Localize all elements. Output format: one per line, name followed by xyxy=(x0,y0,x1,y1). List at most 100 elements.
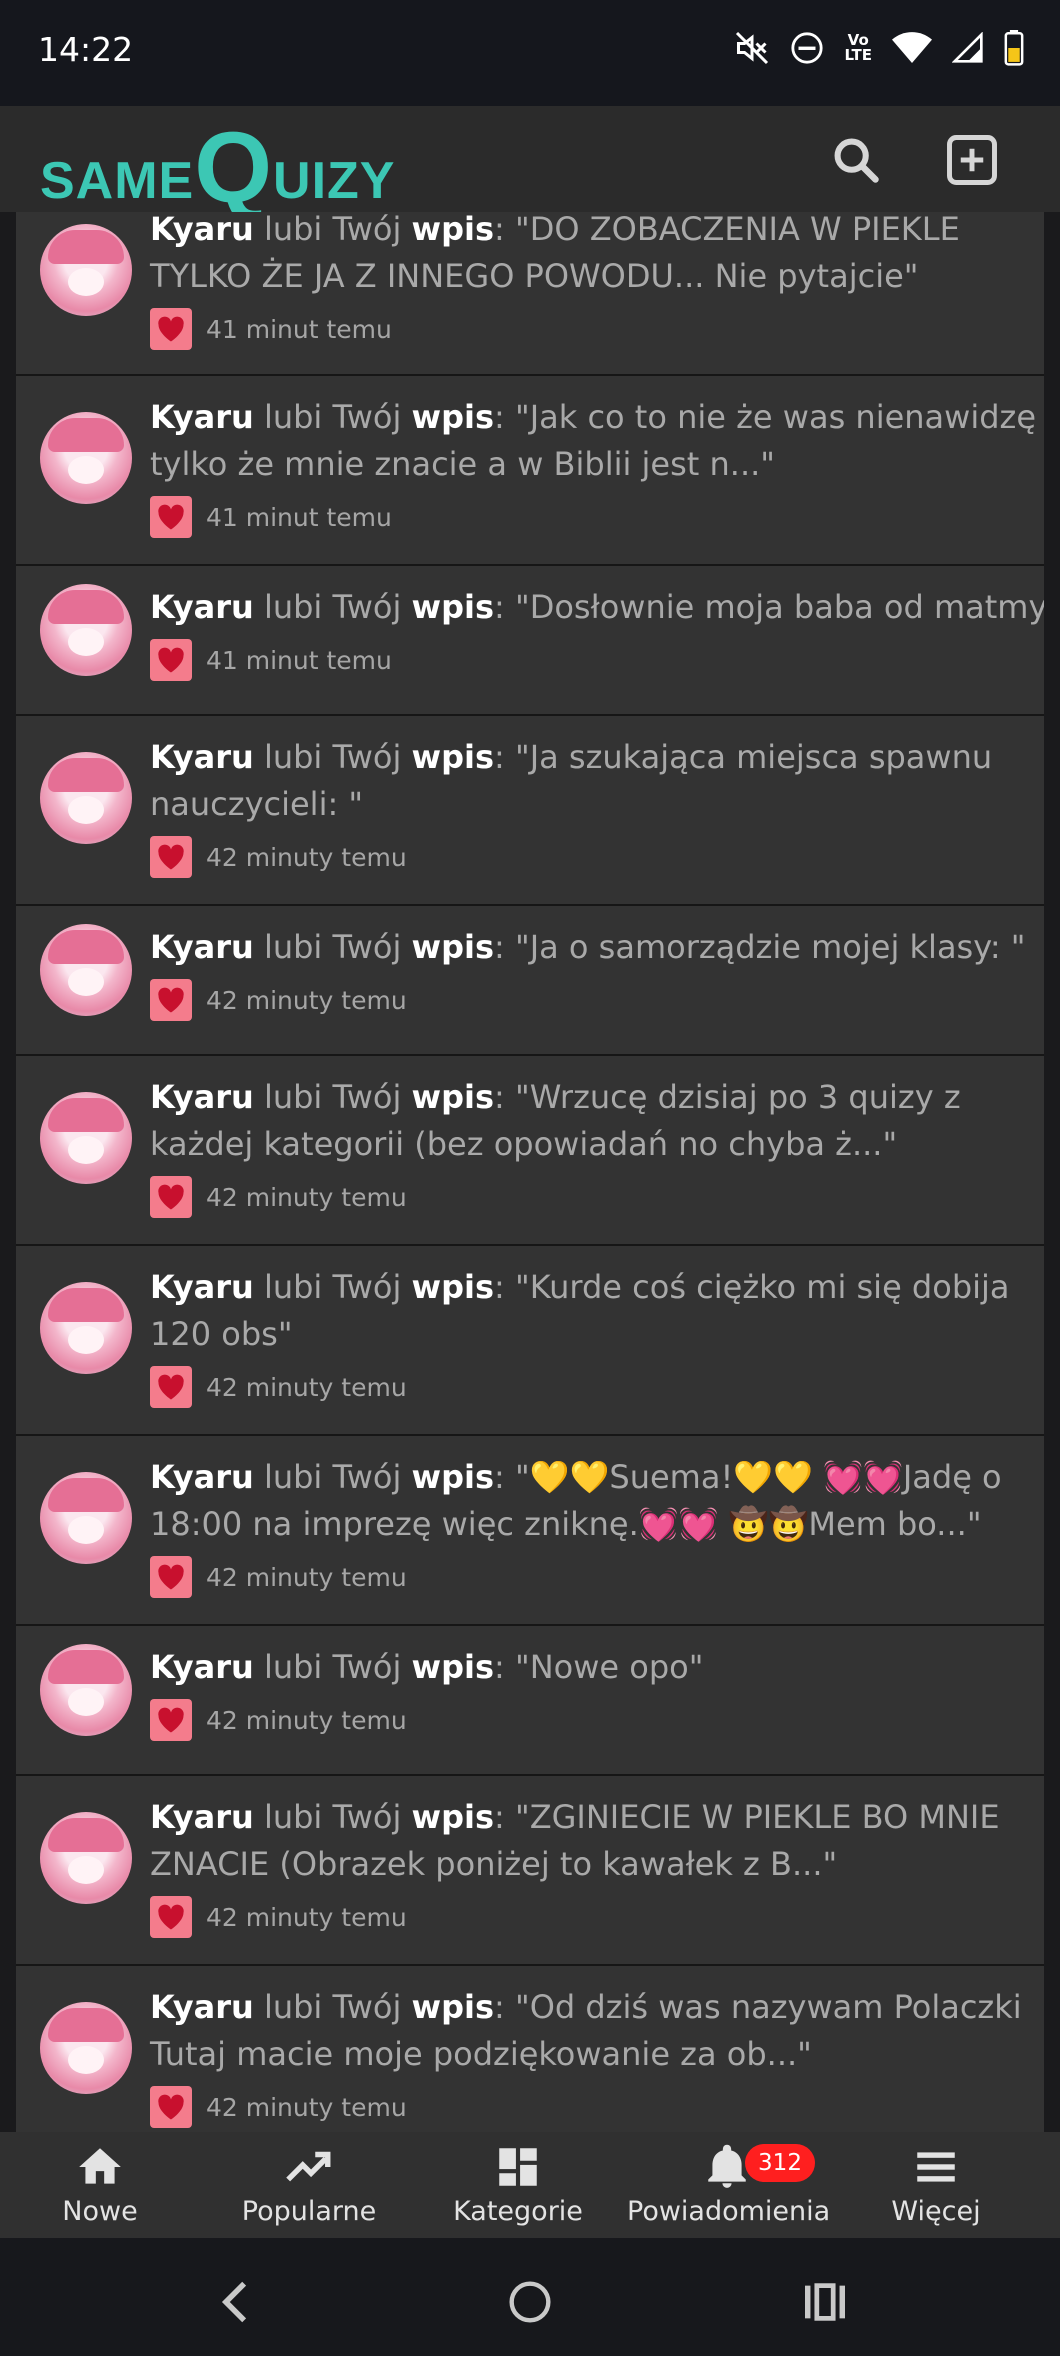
action-text: lubi Twój xyxy=(263,1458,402,1496)
trending-icon xyxy=(286,2151,331,2182)
object-link[interactable]: wpis xyxy=(412,1268,494,1306)
object-link[interactable]: wpis xyxy=(412,588,494,626)
status-bar: 14:22 Vo LTE xyxy=(0,0,1060,106)
action-text: lubi Twój xyxy=(263,1988,402,2026)
mute-icon xyxy=(734,30,770,66)
username[interactable]: Kyaru xyxy=(150,1268,254,1306)
notification-text: Kyaru lubi Twój wpis: "Ja o samorządzie … xyxy=(150,924,1044,971)
username[interactable]: Kyaru xyxy=(150,1988,254,2026)
time-ago: 42 minuty temu xyxy=(206,842,407,872)
notification-item[interactable]: Kyaru lubi Twój wpis: "Jak co to nie że … xyxy=(16,378,1044,566)
recents-button[interactable] xyxy=(795,2272,855,2332)
do-not-disturb-icon xyxy=(790,31,824,65)
avatar[interactable] xyxy=(40,1282,132,1374)
notification-item[interactable]: Kyaru lubi Twój wpis: "DO ZOBACZENIA W P… xyxy=(16,212,1044,376)
signal-icon xyxy=(952,32,984,64)
notification-item[interactable]: Kyaru lubi Twój wpis: "Ja o samorządzie … xyxy=(16,908,1044,1056)
heart-icon xyxy=(150,1699,192,1741)
object-link[interactable]: wpis xyxy=(412,1458,494,1496)
object-link[interactable]: wpis xyxy=(412,928,494,966)
add-quiz-button[interactable] xyxy=(940,128,1004,192)
username[interactable]: Kyaru xyxy=(150,738,254,776)
time-ago: 42 minuty temu xyxy=(206,1182,407,1212)
avatar[interactable] xyxy=(40,1092,132,1184)
object-link[interactable]: wpis xyxy=(412,738,494,776)
action-text: lubi Twój xyxy=(263,928,402,966)
object-link[interactable]: wpis xyxy=(412,398,494,436)
action-text: lubi Twój xyxy=(263,1798,402,1836)
username[interactable]: Kyaru xyxy=(150,398,254,436)
avatar[interactable] xyxy=(40,1812,132,1904)
nav-popularne[interactable]: Popularne xyxy=(209,2142,409,2232)
notification-text: Kyaru lubi Twój wpis: "💛💛Suema!💛💛 💓💓Jadę… xyxy=(150,1454,1044,1548)
heart-icon xyxy=(150,1896,192,1938)
back-icon xyxy=(221,2281,247,2323)
notification-meta: 42 minuty temu xyxy=(150,1176,407,1218)
bottom-navigation: Nowe Popularne Kategorie 312 Powiadomien… xyxy=(0,2132,1060,2238)
object-link[interactable]: wpis xyxy=(412,1648,494,1686)
time-ago: 41 minut temu xyxy=(206,314,392,344)
object-link[interactable]: wpis xyxy=(412,1798,494,1836)
heart-icon xyxy=(150,836,192,878)
avatar[interactable] xyxy=(40,224,132,316)
heart-icon xyxy=(150,308,192,350)
action-text: lubi Twój xyxy=(263,398,402,436)
username[interactable]: Kyaru xyxy=(150,1078,254,1116)
search-button[interactable] xyxy=(824,128,888,192)
post-quote: : "Nowe opo" xyxy=(494,1648,704,1686)
avatar[interactable] xyxy=(40,1472,132,1564)
notification-meta: 42 minuty temu xyxy=(150,1896,407,1938)
heart-icon xyxy=(150,639,192,681)
username[interactable]: Kyaru xyxy=(150,928,254,966)
notification-item[interactable]: Kyaru lubi Twój wpis: "Wrzucę dzisiaj po… xyxy=(16,1058,1044,1246)
samequizy-logo[interactable]: SAME Q UIZY xyxy=(40,114,396,218)
avatar[interactable] xyxy=(40,1644,132,1736)
notification-item[interactable]: Kyaru lubi Twój wpis: "Od dziś was nazyw… xyxy=(16,1968,1044,2132)
notification-item[interactable]: Kyaru lubi Twój wpis: "💛💛Suema!💛💛 💓💓Jadę… xyxy=(16,1438,1044,1626)
notification-meta: 42 minuty temu xyxy=(150,1556,407,1598)
nav-kategorie[interactable]: Kategorie xyxy=(418,2142,618,2232)
avatar[interactable] xyxy=(40,2002,132,2094)
nav-powiadomienia[interactable]: 312 Powiadomienia xyxy=(627,2142,830,2232)
avatar[interactable] xyxy=(40,584,132,676)
volte-icon: Vo LTE xyxy=(844,31,872,64)
notification-item[interactable]: Kyaru lubi Twój wpis: "Dosłownie moja ba… xyxy=(16,568,1044,716)
time-ago: 41 minut temu xyxy=(206,645,392,675)
nav-wiecej[interactable]: Więcej xyxy=(836,2142,1036,2232)
heart-icon xyxy=(150,1366,192,1408)
action-text: lubi Twój xyxy=(263,1078,402,1116)
notification-meta: 41 minut temu xyxy=(150,496,392,538)
system-navigation-bar xyxy=(0,2238,1060,2356)
back-button[interactable] xyxy=(205,2272,265,2332)
nav-nowe[interactable]: Nowe xyxy=(0,2142,200,2232)
username[interactable]: Kyaru xyxy=(150,212,254,248)
action-text: lubi Twój xyxy=(263,1648,402,1686)
heart-icon xyxy=(150,1176,192,1218)
username[interactable]: Kyaru xyxy=(150,588,254,626)
dashboard-icon xyxy=(499,2148,537,2186)
notification-meta: 42 minuty temu xyxy=(150,979,407,1021)
notification-item[interactable]: Kyaru lubi Twój wpis: "Ja szukająca miej… xyxy=(16,718,1044,906)
object-link[interactable]: wpis xyxy=(412,1988,494,2026)
object-link[interactable]: wpis xyxy=(412,1078,494,1116)
avatar[interactable] xyxy=(40,752,132,844)
notification-item[interactable]: Kyaru lubi Twój wpis: "Nowe opo" 42 minut… xyxy=(16,1628,1044,1776)
home-button[interactable] xyxy=(500,2272,560,2332)
heart-icon xyxy=(150,1556,192,1598)
object-link[interactable]: wpis xyxy=(412,212,494,248)
username[interactable]: Kyaru xyxy=(150,1648,254,1686)
avatar[interactable] xyxy=(40,924,132,1016)
time-ago: 42 minuty temu xyxy=(206,1562,407,1592)
notification-item[interactable]: Kyaru lubi Twój wpis: "Kurde coś ciężko … xyxy=(16,1248,1044,1436)
username[interactable]: Kyaru xyxy=(150,1798,254,1836)
home-icon xyxy=(79,2148,121,2184)
notification-item[interactable]: Kyaru lubi Twój wpis: "ZGINIECIE W PIEKL… xyxy=(16,1778,1044,1966)
avatar[interactable] xyxy=(40,412,132,504)
recents-icon xyxy=(805,2283,845,2321)
notification-meta: 42 minuty temu xyxy=(150,1366,407,1408)
notification-list: Kyaru lubi Twój wpis: "DO ZOBACZENIA W P… xyxy=(16,212,1044,2132)
notification-text: Kyaru lubi Twój wpis: "Jak co to nie że … xyxy=(150,394,1044,488)
notification-meta: 41 minut temu xyxy=(150,308,392,350)
menu-icon xyxy=(917,2152,955,2182)
username[interactable]: Kyaru xyxy=(150,1458,254,1496)
